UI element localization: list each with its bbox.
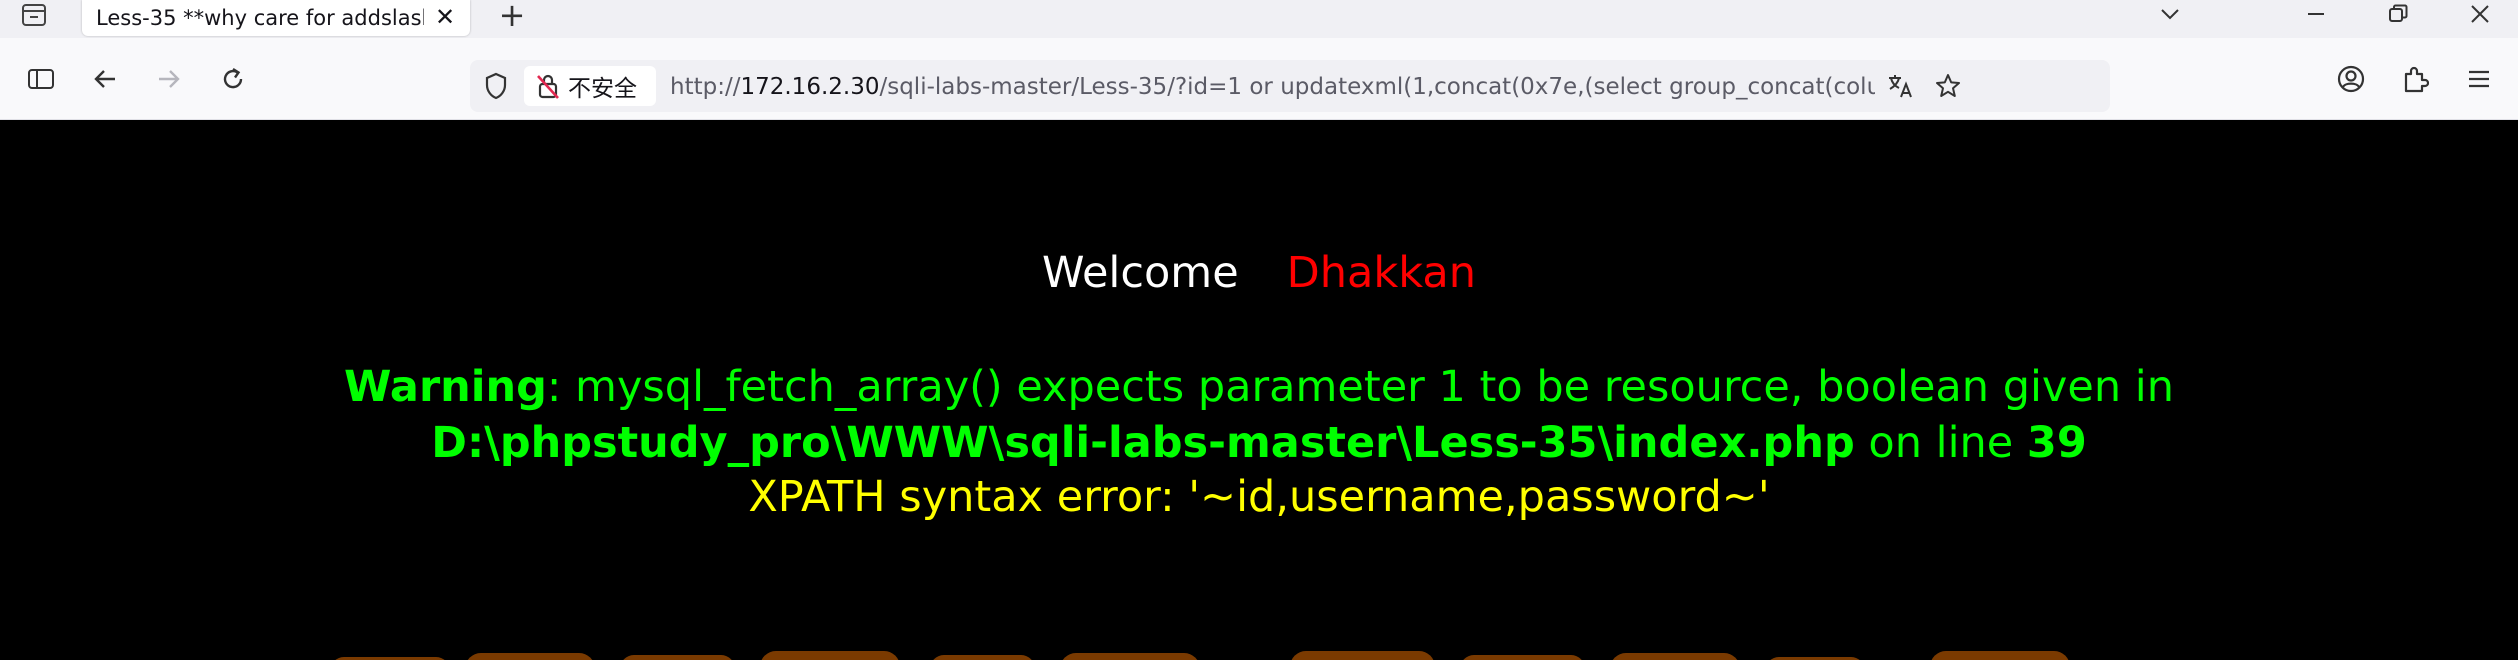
banner-image — [290, 641, 2190, 660]
page-content: Welcome Dhakkan Warning: mysql_fetch_arra… — [0, 121, 2518, 660]
chevron-down-icon[interactable] — [2150, 0, 2190, 28]
address-bar[interactable]: 不安全 http://172.16.2.30/sqli-labs-master/… — [470, 60, 2110, 112]
translate-icon[interactable] — [1884, 70, 1916, 102]
new-tab-button[interactable]: + — [492, 0, 532, 31]
close-icon[interactable]: ✕ — [432, 4, 458, 30]
reload-icon[interactable] — [212, 58, 254, 100]
url-scheme: http:// — [670, 74, 741, 100]
user-name: Dhakkan — [1286, 248, 1477, 298]
restore-icon[interactable] — [2378, 0, 2418, 28]
hamburger-menu-icon[interactable] — [2458, 58, 2500, 100]
warning-file-path: D:\phpstudy_pro\WWW\sqli-labs-master\Les… — [431, 418, 1855, 468]
warning-label: Warning — [344, 362, 547, 412]
not-secure-label: 不安全 — [568, 76, 637, 102]
active-tab[interactable]: Less-35 **why care for addslashe ✕ — [82, 0, 470, 36]
navigation-toolbar: 不安全 http://172.16.2.30/sqli-labs-master/… — [0, 38, 2518, 120]
star-icon[interactable] — [1932, 70, 1964, 102]
warning-line-text: on line — [1854, 418, 2027, 468]
site-security-button[interactable]: 不安全 — [524, 66, 656, 106]
url-host: 172.16.2.30 — [740, 74, 880, 100]
insecure-lock-icon — [537, 74, 559, 99]
account-icon[interactable] — [2330, 58, 2372, 100]
warning-message: : mysql_fetch_array() expects parameter … — [546, 362, 2174, 412]
welcome-text: Welcome — [1041, 248, 1239, 298]
extensions-icon[interactable] — [2394, 58, 2436, 100]
tab-strip: Less-35 **why care for addslashe ✕ + — [0, 0, 2518, 38]
sidebar-icon[interactable] — [20, 58, 62, 100]
url-path: /sqli-labs-master/Less-35/?id=1 or updat… — [879, 74, 1875, 100]
forward-arrow-icon[interactable] — [148, 58, 190, 100]
url-text[interactable]: http://172.16.2.30/sqli-labs-master/Less… — [670, 72, 1875, 102]
back-arrow-icon[interactable] — [84, 58, 126, 100]
shield-icon[interactable] — [480, 70, 512, 102]
warning-line-number: 39 — [2026, 418, 2087, 468]
welcome-line: Welcome Dhakkan — [0, 247, 2518, 299]
xpath-error: XPATH syntax error: '~id,username,passwo… — [748, 472, 1770, 522]
php-warning: Warning: mysql_fetch_array() expects par… — [30, 359, 2488, 471]
tab-list-icon[interactable] — [14, 0, 54, 30]
close-window-icon[interactable] — [2460, 0, 2500, 28]
tab-title: Less-35 **why care for addslashe — [96, 6, 424, 30]
minimize-icon[interactable] — [2296, 0, 2336, 28]
